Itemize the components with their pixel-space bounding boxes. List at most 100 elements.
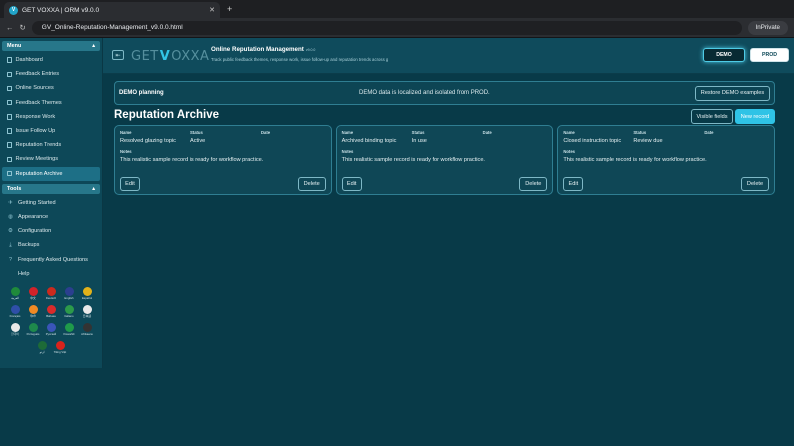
sidebar-item-dashboard[interactable]: Dashboard (2, 53, 100, 67)
sidebar: Menu ▴ Dashboard Feedback Entries Online S… (0, 38, 103, 368)
sidebar-tool-configuration[interactable]: ⚙ Configuration (2, 224, 100, 238)
new-tab-icon[interactable]: + (227, 4, 232, 14)
reload-icon[interactable]: ↻ (20, 23, 26, 32)
language-name: Italiano (64, 313, 74, 318)
language-name: اردو (39, 349, 45, 354)
language-flag-button[interactable]: हिन्दी (26, 304, 41, 320)
sidebar-tool-backups[interactable]: ⤓ Backups (2, 238, 100, 252)
logo-text-oxxa: OXXA (171, 48, 210, 64)
menu-section-header[interactable]: Menu ▴ (2, 41, 100, 51)
sidebar-item-label: Feedback Themes (15, 99, 62, 106)
record-name: Closed instruction topic (563, 138, 622, 144)
visible-fields-button[interactable]: Visible fields (691, 109, 733, 124)
flag-icon (46, 322, 56, 332)
sidebar-item-label: Reputation Archive (15, 170, 63, 177)
edit-button[interactable]: Edit (563, 177, 584, 191)
edit-button[interactable]: Edit (341, 177, 362, 191)
date-label: Date (704, 130, 714, 135)
tools-section-title: Tools (7, 185, 22, 192)
notes-label: Notes (341, 149, 354, 154)
sidebar-toggle-button[interactable]: ⇤ (112, 50, 124, 60)
flag-icon (64, 322, 74, 332)
document-icon (7, 128, 12, 134)
language-name: Español (81, 295, 93, 300)
language-flag-button[interactable]: اردو (35, 340, 50, 356)
back-arrow-icon[interactable]: ← (6, 23, 14, 32)
sidebar-tool-label: Frequently Asked Questions (18, 256, 88, 263)
delete-button[interactable]: Delete (741, 177, 770, 191)
app-title-text: Online Reputation Management (211, 46, 304, 53)
language-flag-button[interactable]: Português (26, 322, 41, 338)
flag-icon (10, 322, 20, 332)
sidebar-tool-help[interactable]: Help (2, 267, 100, 281)
sidebar-item-reputation-archive[interactable]: Reputation Archive (2, 166, 100, 181)
language-flag-button[interactable]: Русский (44, 322, 59, 338)
sidebar-tool-appearance[interactable]: ◍ Appearance (2, 210, 100, 224)
sidebar-tool-frequently-asked-questions[interactable]: ? Frequently Asked Questions (2, 252, 100, 266)
language-flag-button[interactable]: Français (8, 304, 23, 320)
flag-icon (64, 304, 74, 314)
sidebar-item-issue-follow-up[interactable]: Issue Follow Up (2, 124, 100, 138)
language-name: हिन्दी (30, 313, 36, 318)
record-notes: This realistic sample record is ready fo… (563, 157, 707, 163)
language-name: 日本語 (82, 313, 92, 318)
close-tab-icon[interactable]: ✕ (209, 6, 215, 14)
sidebar-item-response-work[interactable]: Response Work (2, 110, 100, 124)
app-header: ⇤ GET V OXXA Online Reputation Managemen… (103, 38, 794, 74)
sidebar-item-review-meetings[interactable]: Review Meetings (2, 152, 100, 166)
document-icon (7, 142, 12, 148)
language-name: Português (26, 331, 40, 336)
language-flag-button[interactable]: Kiswahili (62, 322, 77, 338)
tools-section-header[interactable]: Tools ▴ (2, 183, 100, 194)
gear-icon: ⚙ (8, 228, 13, 235)
url-field[interactable]: GV_Online-Reputation-Management_v9.0.0.h… (31, 20, 742, 35)
language-name: العربية (11, 295, 19, 300)
new-record-button[interactable]: New record (735, 109, 775, 124)
language-flag-button[interactable]: Italiano (62, 304, 77, 320)
document-icon (7, 99, 12, 106)
delete-button[interactable]: Delete (519, 177, 548, 191)
language-flag-button[interactable]: 한국어 (8, 322, 23, 338)
date-label: Date (482, 130, 492, 135)
delete-button[interactable]: Delete (297, 177, 326, 191)
language-flag-button[interactable]: العربية (8, 286, 23, 302)
language-flag-button[interactable]: English (62, 286, 77, 302)
language-flag-button[interactable]: Bahasa (44, 304, 59, 320)
logo-text-v: V (159, 48, 171, 64)
language-flag-button[interactable]: Deutsch (44, 286, 59, 302)
banner-message: DEMO data is localized and isolated from… (359, 90, 490, 96)
language-name: Tiếng Việt (53, 349, 67, 354)
inprivate-badge[interactable]: InPrivate (747, 20, 788, 35)
sidebar-tool-label: Backups (18, 242, 40, 249)
sidebar-item-feedback-themes[interactable]: Feedback Themes (2, 96, 100, 110)
demo-banner: DEMO planning DEMO data is localized and… (114, 81, 775, 105)
collapse-menu-icon: ▴ (92, 43, 95, 49)
restore-demo-button[interactable]: Restore DEMO examples (695, 85, 770, 101)
edit-button[interactable]: Edit (120, 177, 140, 191)
name-label: Name (341, 130, 354, 135)
status-label: Status (190, 130, 203, 135)
prod-env-button[interactable]: PROD (750, 48, 789, 62)
language-name: 한국어 (11, 331, 19, 336)
language-flag-button[interactable]: 中文 (26, 286, 41, 302)
language-name: Русский (45, 331, 57, 336)
sidebar-tool-getting-started[interactable]: ✈ Getting Started (2, 196, 100, 210)
language-flag-button[interactable]: Tiếng Việt (53, 340, 68, 356)
browser-tab[interactable]: V GET VOXXA | ORM v9.0.0 ✕ (4, 2, 220, 18)
language-flag-button[interactable]: 日本語 (80, 304, 95, 320)
sidebar-item-reputation-trends[interactable]: Reputation Trends (2, 138, 100, 152)
flag-icon (82, 322, 92, 332)
sidebar-item-label: Review Meetings (15, 156, 59, 163)
app-version: v9.0.0 (305, 48, 316, 52)
document-icon (7, 85, 12, 92)
sidebar-item-online-sources[interactable]: Online Sources (2, 81, 100, 95)
language-flag-button[interactable]: Afrikaans (80, 322, 95, 338)
record-field-values: Closed instruction topic Review due (563, 135, 769, 144)
notes-label: Notes (120, 149, 132, 154)
sidebar-item-feedback-entries[interactable]: Feedback Entries (2, 67, 100, 81)
language-flag-button[interactable]: Español (80, 286, 95, 302)
status-label: Status (411, 130, 425, 135)
record-status: Active (190, 138, 206, 144)
sidebar-item-label: Issue Follow Up (15, 128, 56, 135)
demo-env-button[interactable]: DEMO (703, 48, 745, 62)
